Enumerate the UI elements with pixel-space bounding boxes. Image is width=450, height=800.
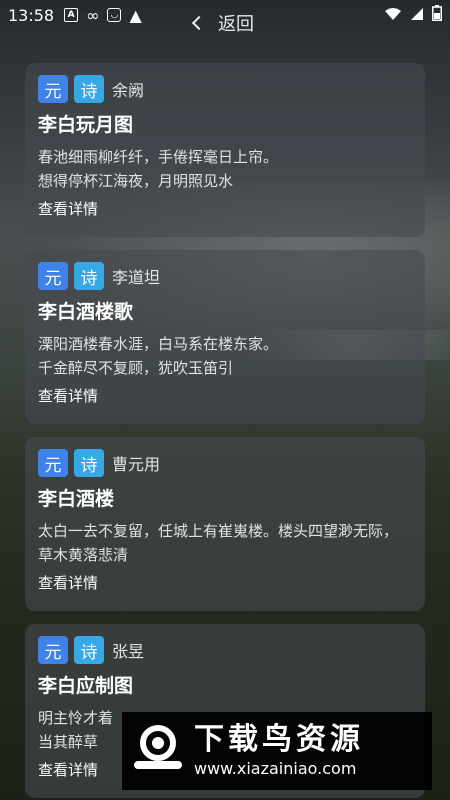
genre-tag: 诗 bbox=[74, 636, 104, 664]
poem-author: 曹元用 bbox=[112, 455, 161, 474]
poem-card[interactable]: 元 诗 余阙 李白玩月图 春池细雨柳纤纤，手倦挥毫日上帘。 想得停杯江海夜，月明… bbox=[25, 63, 425, 237]
poem-card[interactable]: 元 诗 曹元用 李白酒楼 太白一去不复留，任城上有崔嵬楼。楼头四望渺无际，草木黄… bbox=[25, 437, 425, 611]
signal-icon bbox=[410, 6, 424, 25]
poem-title: 李白应制图 bbox=[38, 675, 134, 697]
genre-tag: 诗 bbox=[74, 75, 104, 103]
poem-excerpt: 太白一去不复留，任城上有崔嵬楼。楼头四望渺无际，草木黄落悲清 bbox=[38, 522, 399, 564]
warning-icon: ▲ bbox=[129, 5, 142, 25]
era-tag: 元 bbox=[38, 75, 68, 103]
poem-author: 李道坦 bbox=[112, 268, 161, 287]
status-time: 13:58 bbox=[8, 5, 55, 25]
poem-author: 张昱 bbox=[112, 642, 145, 661]
poem-title: 李白玩月图 bbox=[38, 114, 134, 136]
wifi-icon bbox=[384, 6, 402, 25]
genre-tag: 诗 bbox=[74, 262, 104, 290]
back-label: 返回 bbox=[218, 14, 254, 35]
view-details-link[interactable]: 查看详情 bbox=[38, 197, 412, 221]
poem-author: 余阙 bbox=[112, 81, 145, 100]
poem-excerpt: 春池细雨柳纤纤，手倦挥毫日上帘。 想得停杯江海夜，月明照见水 bbox=[38, 148, 279, 190]
poem-card[interactable]: 元 诗 李道坦 李白酒楼歌 溧阳酒楼春水涯，白马系在楼东家。 千金醉尽不复顾，犹… bbox=[25, 250, 425, 424]
back-button[interactable]: 返回 bbox=[191, 10, 254, 36]
view-details-link[interactable]: 查看详情 bbox=[38, 571, 412, 595]
infinity-icon: ∞ bbox=[86, 5, 100, 25]
era-tag: 元 bbox=[38, 636, 68, 664]
watermark-name: 下载鸟资源 bbox=[194, 722, 364, 757]
watermark-overlay: 下载鸟资源 www.xiazainiao.com bbox=[122, 712, 432, 790]
watermark-url: www.xiazainiao.com bbox=[194, 759, 357, 778]
app-notification-icon: ◡ bbox=[107, 8, 122, 22]
era-tag: 元 bbox=[38, 262, 68, 290]
view-details-link[interactable]: 查看详情 bbox=[38, 384, 412, 408]
poem-title: 李白酒楼歌 bbox=[38, 301, 134, 323]
poem-excerpt: 溧阳酒楼春水涯，白马系在楼东家。 千金醉尽不复顾，犹吹玉笛引 bbox=[38, 335, 279, 377]
poem-title: 李白酒楼 bbox=[38, 488, 115, 510]
era-tag: 元 bbox=[38, 449, 68, 477]
a-notification-icon: A bbox=[64, 8, 79, 22]
chevron-left-icon bbox=[191, 15, 207, 31]
bird-logo-icon bbox=[132, 721, 184, 781]
genre-tag: 诗 bbox=[74, 449, 104, 477]
battery-icon bbox=[432, 5, 442, 25]
